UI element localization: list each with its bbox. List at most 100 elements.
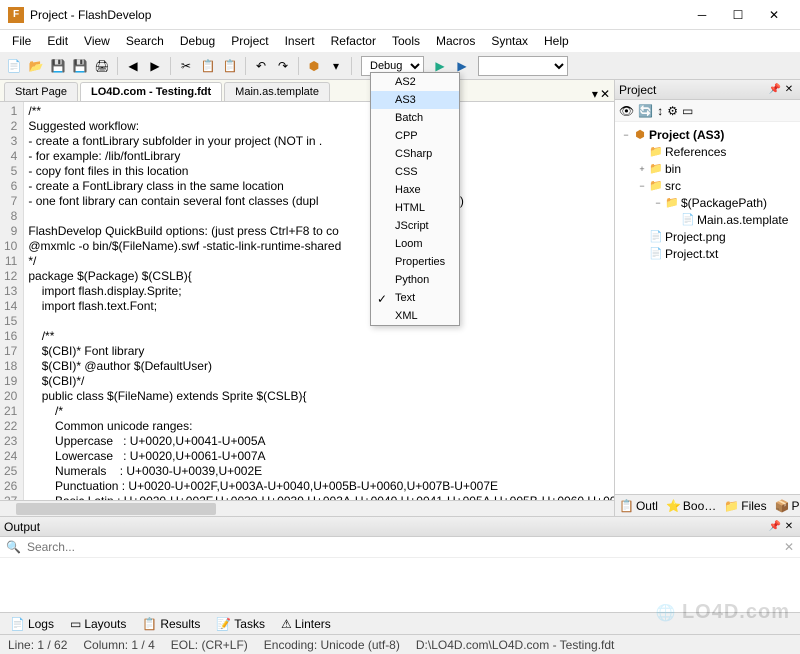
syntax-option-text[interactable]: ✓Text xyxy=(371,289,459,307)
code-line[interactable]: /* xyxy=(28,404,610,419)
code-line[interactable]: - one font library can contain several f… xyxy=(28,194,610,209)
menu-macros[interactable]: Macros xyxy=(428,32,483,50)
code-line[interactable]: */ xyxy=(28,254,610,269)
panel-tab-boo…[interactable]: ⭐Boo… xyxy=(662,497,720,515)
code-line[interactable]: import flash.text.Font; xyxy=(28,299,610,314)
refresh-icon[interactable]: 🔄 xyxy=(638,104,653,118)
pin-icon[interactable]: 📌 xyxy=(768,520,782,534)
nav-forward-icon[interactable]: ▶ xyxy=(145,56,165,76)
code-line[interactable]: /** xyxy=(28,104,610,119)
code-line[interactable]: Common unicode ranges: xyxy=(28,419,610,434)
output-body[interactable] xyxy=(0,558,800,612)
print-icon[interactable]: 🖨 xyxy=(92,56,112,76)
code-line[interactable]: import flash.display.Sprite; xyxy=(28,284,610,299)
minimize-button[interactable]: ─ xyxy=(684,3,720,27)
menu-edit[interactable]: Edit xyxy=(39,32,76,50)
menu-help[interactable]: Help xyxy=(536,32,577,50)
bottom-tab-tasks[interactable]: 📝Tasks xyxy=(212,615,269,633)
copy-icon[interactable]: 📋 xyxy=(198,56,218,76)
tab-dropdown-icon[interactable]: ▾ xyxy=(592,87,598,101)
tree-node[interactable]: 📄Main.as.template xyxy=(617,211,798,228)
pin-icon[interactable]: 📌 xyxy=(768,83,782,97)
menu-syntax[interactable]: Syntax xyxy=(483,32,536,50)
syntax-option-python[interactable]: Python xyxy=(371,271,459,289)
output-search-input[interactable] xyxy=(27,540,778,554)
code-line[interactable]: package $(Package) $(CSLB){ xyxy=(28,269,610,284)
menu-view[interactable]: View xyxy=(76,32,118,50)
code-line[interactable]: Punctuation : U+0020-U+002F,U+003A-U+004… xyxy=(28,479,610,494)
tree-node[interactable]: 📁References xyxy=(617,143,798,160)
tree-node[interactable]: −📁src xyxy=(617,177,798,194)
editor-tab[interactable]: LO4D.com - Testing.fdt xyxy=(80,82,222,101)
nav-back-icon[interactable]: ◀ xyxy=(123,56,143,76)
syntax-option-as3[interactable]: AS3 xyxy=(371,91,459,109)
code-line[interactable]: public class $(FileName) extends Sprite … xyxy=(28,389,610,404)
code-line[interactable]: - for example: /lib/fontLibrary xyxy=(28,149,610,164)
menu-debug[interactable]: Debug xyxy=(172,32,223,50)
syntax-option-as2[interactable]: AS2 xyxy=(371,73,459,91)
close-button[interactable]: ✕ xyxy=(756,3,792,27)
target-select[interactable] xyxy=(478,56,568,76)
menu-file[interactable]: File xyxy=(4,32,39,50)
code-line[interactable]: Suggested workflow: xyxy=(28,119,610,134)
show-hidden-icon[interactable]: 👁 xyxy=(619,104,634,118)
code-line[interactable] xyxy=(28,209,610,224)
syntax-option-properties[interactable]: Properties xyxy=(371,253,459,271)
syntax-option-css[interactable]: CSS xyxy=(371,163,459,181)
clear-icon[interactable]: ✕ xyxy=(784,540,794,554)
bottom-tab-results[interactable]: 📋Results xyxy=(138,615,204,633)
tree-node[interactable]: 📄Project.png xyxy=(617,228,798,245)
syntax-option-html[interactable]: HTML xyxy=(371,199,459,217)
horizontal-scrollbar[interactable] xyxy=(0,500,614,516)
panel-tab-proj[interactable]: 📦Proj xyxy=(771,497,800,515)
bottom-tab-layouts[interactable]: ▭Layouts xyxy=(66,615,130,633)
panel-tab-files[interactable]: 📁Files xyxy=(720,497,770,515)
syntax-option-batch[interactable]: Batch xyxy=(371,109,459,127)
menu-project[interactable]: Project xyxy=(223,32,276,50)
save-icon[interactable]: 💾 xyxy=(48,56,68,76)
code-line[interactable]: @mxmlc -o bin/$(FileName).swf -static-li… xyxy=(28,239,610,254)
open-icon[interactable]: 📂 xyxy=(26,56,46,76)
tree-node[interactable]: +📁bin xyxy=(617,160,798,177)
menu-tools[interactable]: Tools xyxy=(384,32,428,50)
menu-search[interactable]: Search xyxy=(118,32,172,50)
code-editor[interactable]: 1234567891011121314151617181920212223242… xyxy=(0,102,614,500)
undo-icon[interactable]: ↶ xyxy=(251,56,271,76)
code-line[interactable]: - copy font files in this location xyxy=(28,164,610,179)
tree-node[interactable]: −📁$(PackagePath) xyxy=(617,194,798,211)
package-icon[interactable]: ⬢ xyxy=(304,56,324,76)
save-all-icon[interactable]: 💾 xyxy=(70,56,90,76)
code-line[interactable]: $(CBI)* @author $(DefaultUser) xyxy=(28,359,610,374)
code-line[interactable]: FlashDevelop QuickBuild options: (just p… xyxy=(28,224,610,239)
menu-refactor[interactable]: Refactor xyxy=(323,32,384,50)
new-file-icon[interactable]: 📄 xyxy=(4,56,24,76)
code-line[interactable]: $(CBI)* Font library xyxy=(28,344,610,359)
tree-root[interactable]: −⬢Project (AS3) xyxy=(617,126,798,143)
code-line[interactable]: - create a fontLibrary subfolder in your… xyxy=(28,134,610,149)
properties-icon[interactable]: ⚙ xyxy=(667,104,678,118)
syntax-menu[interactable]: AS2AS3BatchCPPCSharpCSSHaxeHTMLJScriptLo… xyxy=(370,72,460,326)
code-line[interactable]: Uppercase : U+0020,U+0041-U+005A xyxy=(28,434,610,449)
code-line[interactable]: $(CBI)*/ xyxy=(28,374,610,389)
tree-node[interactable]: 📄Project.txt xyxy=(617,245,798,262)
panel-close-icon[interactable]: ✕ xyxy=(782,520,796,534)
dropdown-icon[interactable]: ▾ xyxy=(326,56,346,76)
code-line[interactable]: /** xyxy=(28,329,610,344)
syntax-option-xml[interactable]: XML xyxy=(371,307,459,325)
redo-icon[interactable]: ↷ xyxy=(273,56,293,76)
code-line[interactable]: - create a FontLibrary class in the same… xyxy=(28,179,610,194)
syntax-option-haxe[interactable]: Haxe xyxy=(371,181,459,199)
editor-tab[interactable]: Main.as.template xyxy=(224,82,330,101)
menu-insert[interactable]: Insert xyxy=(277,32,323,50)
project-tree[interactable]: −⬢Project (AS3)📁References+📁bin−📁src−📁$(… xyxy=(615,122,800,494)
panel-tab-outl[interactable]: 📋Outl xyxy=(615,497,662,515)
tab-close-icon[interactable]: ✕ xyxy=(600,87,610,101)
editor-tab[interactable]: Start Page xyxy=(4,82,78,101)
panel-close-icon[interactable]: ✕ xyxy=(782,83,796,97)
syntax-option-loom[interactable]: Loom xyxy=(371,235,459,253)
code-line[interactable]: Lowercase : U+0020,U+0061-U+007A xyxy=(28,449,610,464)
scrollbar-thumb[interactable] xyxy=(16,503,216,515)
bottom-tab-linters[interactable]: ⚠Linters xyxy=(277,615,335,633)
cut-icon[interactable]: ✂ xyxy=(176,56,196,76)
syntax-option-jscript[interactable]: JScript xyxy=(371,217,459,235)
